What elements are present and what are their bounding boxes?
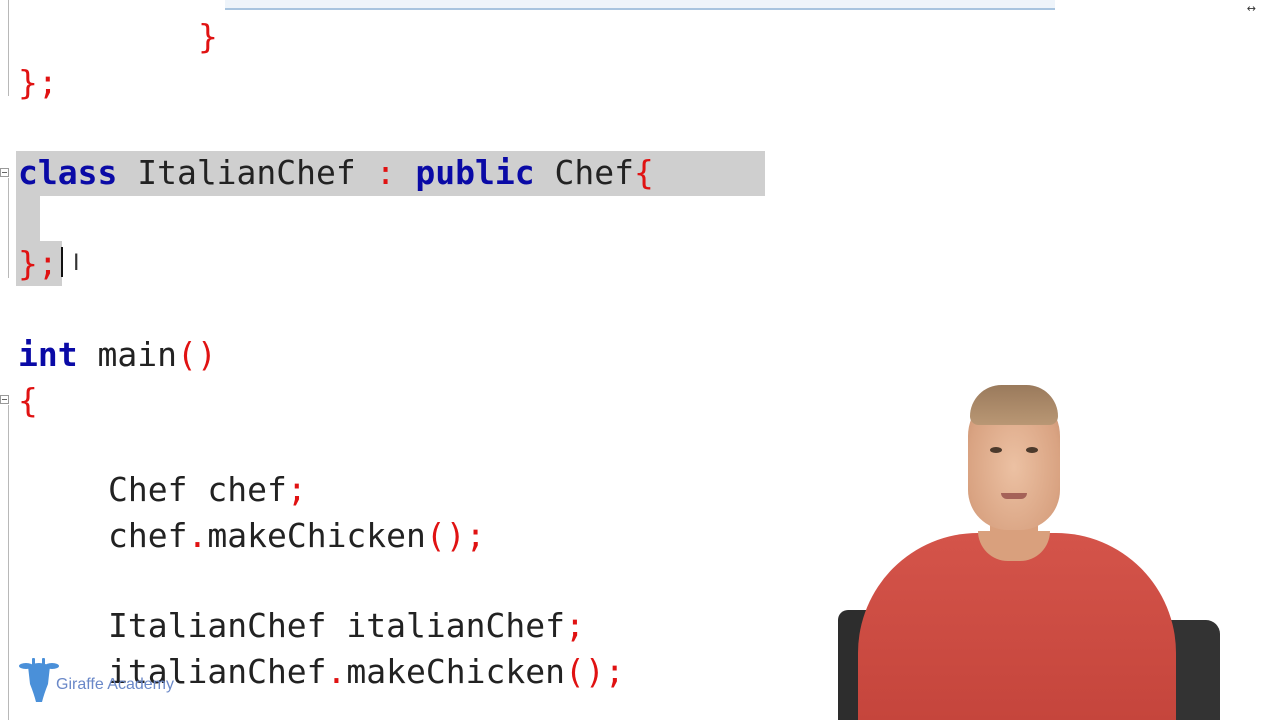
code-line-class-close[interactable]: }; <box>18 241 58 287</box>
code-token: }; <box>18 63 58 102</box>
code-token: (); <box>425 516 486 555</box>
code-token: main <box>77 335 177 374</box>
code-line-class-decl[interactable]: class ItalianChef : public Chef{ <box>18 150 654 196</box>
code-token: public <box>415 153 535 192</box>
code-token: class <box>18 153 118 192</box>
code-token: (); <box>564 652 625 691</box>
hover-tooltip-strip <box>225 0 1055 10</box>
code-token: chef <box>108 516 188 555</box>
code-token: { <box>18 381 38 420</box>
code-token: { <box>633 153 654 192</box>
presenter-eye-right <box>1026 447 1038 453</box>
presenter-webcam <box>838 385 1280 720</box>
fold-minus-icon[interactable] <box>0 168 9 177</box>
fold-guide <box>8 0 9 96</box>
code-token: makeChicken <box>346 652 565 691</box>
fold-guide <box>8 178 9 278</box>
code-line-chef-call[interactable]: chef.makeChicken(); <box>108 513 486 559</box>
code-token: ; <box>286 470 307 509</box>
presenter-hair <box>970 385 1058 425</box>
ibeam-cursor-icon: I <box>73 251 80 276</box>
resize-handle-icon[interactable]: ↔ <box>1247 2 1256 15</box>
presenter-shirt <box>858 533 1176 720</box>
code-line-main-decl[interactable]: int main() <box>18 332 217 378</box>
code-token: Chef chef <box>108 470 287 509</box>
code-token: : <box>375 153 396 192</box>
code-line-close-class-chef[interactable]: }; <box>18 60 58 106</box>
code-token: . <box>187 516 208 555</box>
code-line-main-open[interactable]: { <box>18 378 38 424</box>
code-token: int <box>18 335 78 374</box>
code-token: } <box>198 17 218 56</box>
code-token: ItalianChef italianChef <box>108 606 565 645</box>
brand-name: Giraffe Academy <box>56 676 174 693</box>
code-token: ItalianChef <box>117 153 376 192</box>
code-line-italian-decl[interactable]: ItalianChef italianChef; <box>108 603 585 649</box>
code-line-italian-call[interactable]: italianChef.makeChicken(); <box>108 649 625 695</box>
text-caret <box>61 247 63 277</box>
code-line-chef-decl[interactable]: Chef chef; <box>108 467 307 513</box>
code-line-close-brace-inner[interactable]: } <box>198 14 218 60</box>
code-token: ; <box>564 606 585 645</box>
code-token: . <box>326 652 347 691</box>
presenter-mouth <box>1001 493 1027 499</box>
fold-guide <box>8 405 9 720</box>
selection-highlight <box>16 196 40 241</box>
fold-minus-icon[interactable] <box>0 395 9 404</box>
code-token: Chef <box>534 153 634 192</box>
code-token: makeChicken <box>207 516 426 555</box>
code-token: () <box>176 335 217 374</box>
code-token: }; <box>18 244 58 283</box>
presenter-eye-left <box>990 447 1002 453</box>
